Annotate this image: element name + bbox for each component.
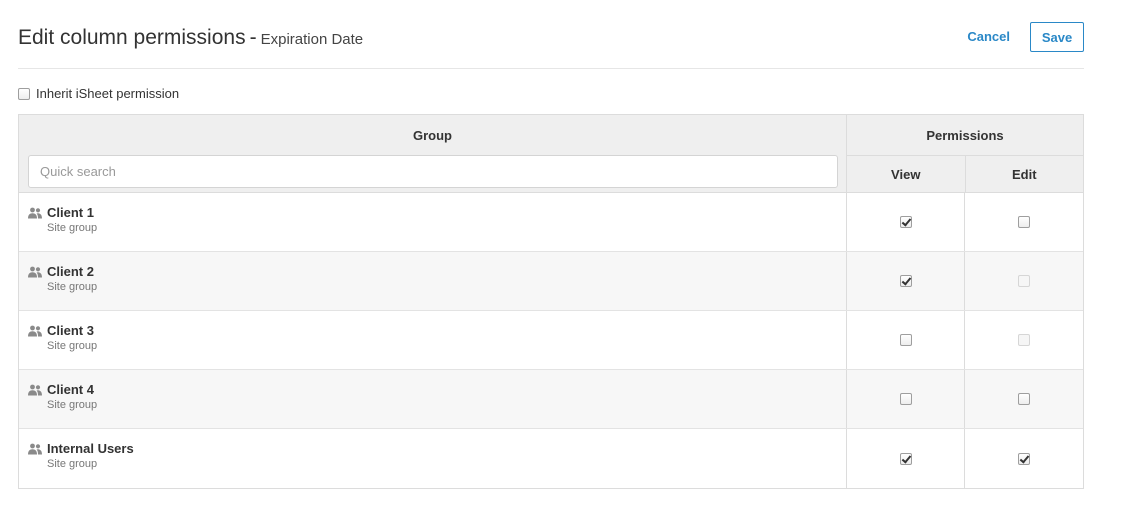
group-header: Group	[19, 115, 846, 155]
edit-cell	[965, 370, 1083, 428]
cancel-button[interactable]: Cancel	[967, 29, 1010, 44]
group-line: Internal Users	[28, 441, 846, 456]
edit-header: Edit	[1011, 166, 1037, 182]
group-line: Client 1	[28, 205, 846, 220]
group-cell: Client 2 Site group	[19, 252, 847, 310]
view-checkbox[interactable]	[899, 216, 912, 228]
permissions-page: Edit column permissions - Expiration Date …	[0, 0, 1121, 507]
table-header: Group Permissions View Edit	[19, 115, 1083, 193]
users-icon	[28, 207, 42, 218]
group-type: Site group	[47, 458, 98, 470]
title-separator: -	[249, 26, 257, 49]
search-container	[19, 155, 846, 192]
table-body: Client 1 Site group Client 2 Site group	[19, 193, 1083, 488]
group-type: Site group	[47, 399, 98, 411]
table-row: Client 2 Site group	[19, 252, 1083, 311]
permissions-table: Group Permissions View Edit	[18, 114, 1084, 489]
group-type: Site group	[47, 222, 98, 234]
inherit-label: Inherit iSheet permission	[36, 86, 180, 101]
quick-search-input[interactable]	[28, 155, 838, 188]
view-checkbox[interactable]	[899, 452, 912, 465]
permissions-header-column: Permissions View Edit	[847, 115, 1083, 192]
edit-cell	[965, 193, 1083, 251]
table-row: Internal Users Site group	[19, 429, 1083, 488]
view-checkbox[interactable]	[899, 393, 912, 405]
view-checkbox[interactable]	[899, 334, 912, 346]
group-cell: Internal Users Site group	[19, 429, 847, 488]
group-header-column: Group	[19, 115, 847, 192]
edit-checkbox[interactable]	[1018, 393, 1030, 405]
view-cell	[847, 252, 965, 310]
table-row: Client 3 Site group	[19, 311, 1083, 370]
group-type: Site group	[47, 281, 98, 293]
group-name: Client 2	[47, 264, 94, 279]
group-name: Client 4	[47, 382, 94, 397]
inherit-checkbox[interactable]	[18, 87, 30, 100]
edit-checkbox[interactable]	[1018, 452, 1030, 465]
view-checkbox[interactable]	[899, 275, 912, 287]
group-type: Site group	[47, 340, 98, 352]
view-cell	[847, 193, 965, 251]
group-cell: Client 1 Site group	[19, 193, 847, 251]
group-name: Client 1	[47, 205, 94, 220]
group-name: Internal Users	[47, 441, 134, 456]
edit-cell	[965, 311, 1083, 369]
permissions-subheader: View Edit	[847, 156, 1083, 192]
permissions-header: Permissions	[847, 115, 1083, 156]
group-line: Client 2	[28, 264, 846, 279]
edit-cell	[965, 429, 1083, 488]
edit-checkbox	[1018, 334, 1030, 346]
users-icon	[28, 443, 42, 454]
users-icon	[28, 325, 42, 336]
edit-checkbox	[1018, 275, 1030, 287]
group-line: Client 3	[28, 323, 846, 338]
group-name: Client 3	[47, 323, 94, 338]
table-row: Client 1 Site group	[19, 193, 1083, 252]
edit-checkbox[interactable]	[1018, 216, 1030, 228]
inherit-permission-option[interactable]: Inherit iSheet permission	[18, 86, 179, 101]
edit-cell	[965, 252, 1083, 310]
view-cell	[847, 370, 965, 428]
view-cell	[847, 311, 965, 369]
title-text: Edit column permissions	[18, 26, 246, 49]
table-row: Client 4 Site group	[19, 370, 1083, 429]
save-button[interactable]: Save	[1030, 22, 1084, 52]
column-name: Expiration Date	[260, 31, 364, 48]
users-icon	[28, 266, 42, 277]
page-title: Edit column permissions - Expiration Date	[18, 26, 363, 50]
group-line: Client 4	[28, 382, 846, 397]
group-cell: Client 4 Site group	[19, 370, 847, 428]
users-icon	[28, 384, 42, 395]
view-cell	[847, 429, 965, 488]
group-cell: Client 3 Site group	[19, 311, 847, 369]
page-header: Edit column permissions - Expiration Date …	[18, 0, 1084, 69]
view-header: View	[847, 156, 966, 192]
